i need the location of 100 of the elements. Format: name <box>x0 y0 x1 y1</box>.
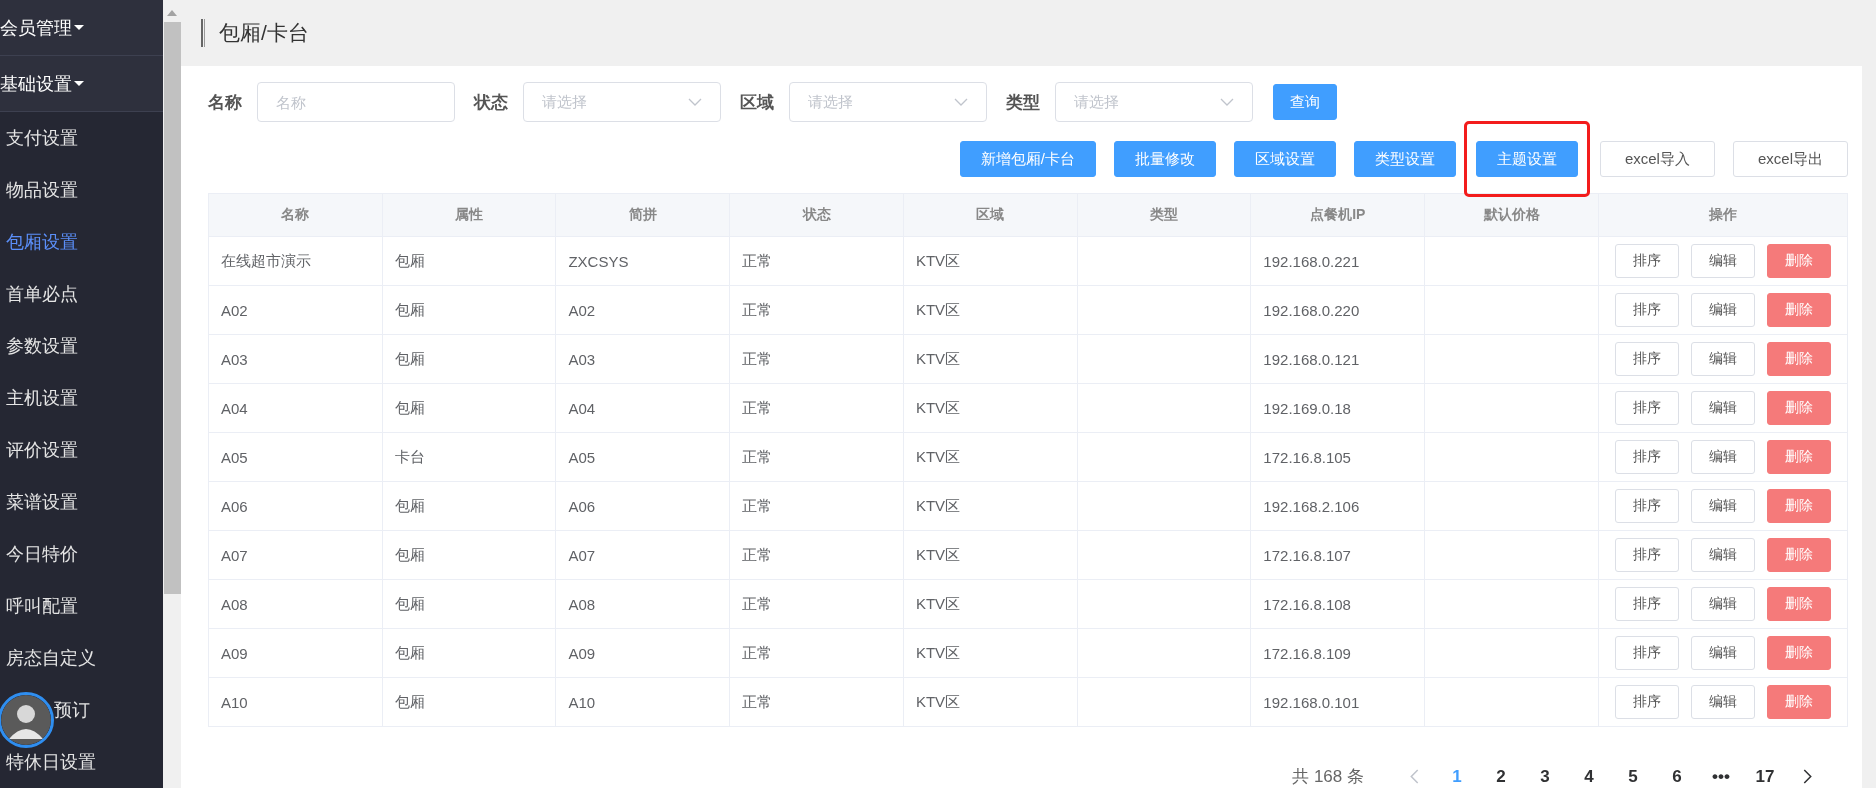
table-cell: 正常 <box>729 530 904 580</box>
menu-item[interactable]: 预订 <box>54 699 90 721</box>
sort-button[interactable]: 排序 <box>1615 342 1679 376</box>
filter-label: 状态 <box>474 91 508 114</box>
menu-item[interactable]: 菜谱设置 <box>6 491 78 513</box>
edit-button[interactable]: 编辑 <box>1691 391 1755 425</box>
page-number[interactable]: 4 <box>1567 766 1611 787</box>
table-cell: 包厢 <box>382 236 556 286</box>
edit-button[interactable]: 编辑 <box>1691 293 1755 327</box>
table-cell: 192.168.0.221 <box>1250 236 1425 286</box>
menu-item[interactable]: 主机设置 <box>6 387 78 409</box>
column-header: 名称 <box>208 193 383 237</box>
menu-group[interactable]: 基础设置 <box>0 56 163 112</box>
menu-item[interactable]: 参数设置 <box>6 335 78 357</box>
menu-item[interactable]: 支付设置 <box>6 127 78 149</box>
table-cell: 正常 <box>729 579 904 629</box>
total-count: 共 168 条 <box>1292 766 1364 788</box>
chevron-down-icon <box>954 98 968 106</box>
column-header: 状态 <box>729 193 904 237</box>
table-cell: 172.16.8.108 <box>1250 579 1425 629</box>
table-cell: 在线超市演示 <box>208 236 383 286</box>
table-cell: 包厢 <box>382 579 556 629</box>
edit-button[interactable]: 编辑 <box>1691 440 1755 474</box>
page-number[interactable]: 17 <box>1743 766 1787 787</box>
table-cell: 192.169.0.18 <box>1250 383 1425 433</box>
sort-button[interactable]: 排序 <box>1615 685 1679 719</box>
menu-group[interactable]: 会员管理 <box>0 0 163 56</box>
table-cell: 包厢 <box>382 628 556 678</box>
edit-button[interactable]: 编辑 <box>1691 538 1755 572</box>
table-cell: A02 <box>555 285 730 335</box>
table-cell: KTV区 <box>903 530 1078 580</box>
scrollbar[interactable] <box>163 0 181 788</box>
column-header: 默认价格 <box>1424 193 1599 237</box>
table-cell: 172.16.8.109 <box>1250 628 1425 678</box>
table-cell: A06 <box>555 481 730 531</box>
table-cell: A08 <box>208 579 383 629</box>
table-cell: KTV区 <box>903 285 1078 335</box>
sort-button[interactable]: 排序 <box>1615 489 1679 523</box>
page-number[interactable]: 6 <box>1655 766 1699 787</box>
table-cell: A05 <box>208 432 383 482</box>
page-number[interactable]: ••• <box>1699 766 1743 787</box>
page-number[interactable]: 5 <box>1611 766 1655 787</box>
edit-button[interactable]: 编辑 <box>1691 342 1755 376</box>
menu-item[interactable]: 呼叫配置 <box>6 595 78 617</box>
table-cell: KTV区 <box>903 383 1078 433</box>
table-cell: 正常 <box>729 383 904 433</box>
table-cell: KTV区 <box>903 236 1078 286</box>
table-cell: KTV区 <box>903 579 1078 629</box>
table-cell: A10 <box>208 677 383 727</box>
table-cell: 包厢 <box>382 530 556 580</box>
table-cell: 正常 <box>729 677 904 727</box>
table-cell: 正常 <box>729 236 904 286</box>
table-cell: KTV区 <box>903 677 1078 727</box>
sort-button[interactable]: 排序 <box>1615 587 1679 621</box>
edit-button[interactable]: 编辑 <box>1691 244 1755 278</box>
avatar[interactable] <box>0 692 54 748</box>
sort-button[interactable]: 排序 <box>1615 293 1679 327</box>
scroll-thumb[interactable] <box>163 22 181 594</box>
table-cell: KTV区 <box>903 334 1078 384</box>
chevron-down-icon <box>688 98 702 106</box>
page-number[interactable]: 3 <box>1523 766 1567 787</box>
sort-button[interactable]: 排序 <box>1615 636 1679 670</box>
edit-button[interactable]: 编辑 <box>1691 685 1755 719</box>
menu-item[interactable]: 物品设置 <box>6 179 78 201</box>
column-header: 操作 <box>1598 193 1848 237</box>
sort-button[interactable]: 排序 <box>1615 244 1679 278</box>
table-cell: A04 <box>555 383 730 433</box>
table-cell: 正常 <box>729 334 904 384</box>
table-cell: A09 <box>208 628 383 678</box>
edit-button[interactable]: 编辑 <box>1691 489 1755 523</box>
table-cell: A04 <box>208 383 383 433</box>
table-cell: KTV区 <box>903 432 1078 482</box>
sort-button[interactable]: 排序 <box>1615 391 1679 425</box>
menu-item[interactable]: 包厢设置 <box>6 231 78 253</box>
menu-item[interactable]: 房态自定义 <box>6 647 96 669</box>
sort-button[interactable]: 排序 <box>1615 440 1679 474</box>
edit-button[interactable]: 编辑 <box>1691 587 1755 621</box>
title-bar <box>201 19 205 47</box>
menu-item[interactable]: 首单必点 <box>6 283 78 305</box>
column-header: 属性 <box>382 193 556 237</box>
edit-button[interactable]: 编辑 <box>1691 636 1755 670</box>
next-page-icon[interactable] <box>1803 769 1812 784</box>
table-cell: 192.168.2.106 <box>1250 481 1425 531</box>
sort-button[interactable]: 排序 <box>1615 538 1679 572</box>
table-cell: 192.168.0.101 <box>1250 677 1425 727</box>
excel-button[interactable]: excel导出 <box>1732 141 1848 177</box>
table-cell: 包厢 <box>382 383 556 433</box>
menu-item[interactable]: 今日特价 <box>6 543 78 565</box>
table-cell: 包厢 <box>382 481 556 531</box>
column-header: 区域 <box>903 193 1078 237</box>
filter-label: 区域 <box>740 91 774 114</box>
page-number[interactable]: 2 <box>1479 766 1523 787</box>
table-cell: 192.168.0.121 <box>1250 334 1425 384</box>
table-cell: 包厢 <box>382 334 556 384</box>
excel-button[interactable]: excel导入 <box>1599 141 1715 177</box>
input-field[interactable]: 名称 <box>257 82 455 122</box>
table-cell: 正常 <box>729 432 904 482</box>
table-cell: A06 <box>208 481 383 531</box>
menu-item[interactable]: 评价设置 <box>6 439 78 461</box>
menu-item[interactable]: 特休日设置 <box>6 751 96 773</box>
